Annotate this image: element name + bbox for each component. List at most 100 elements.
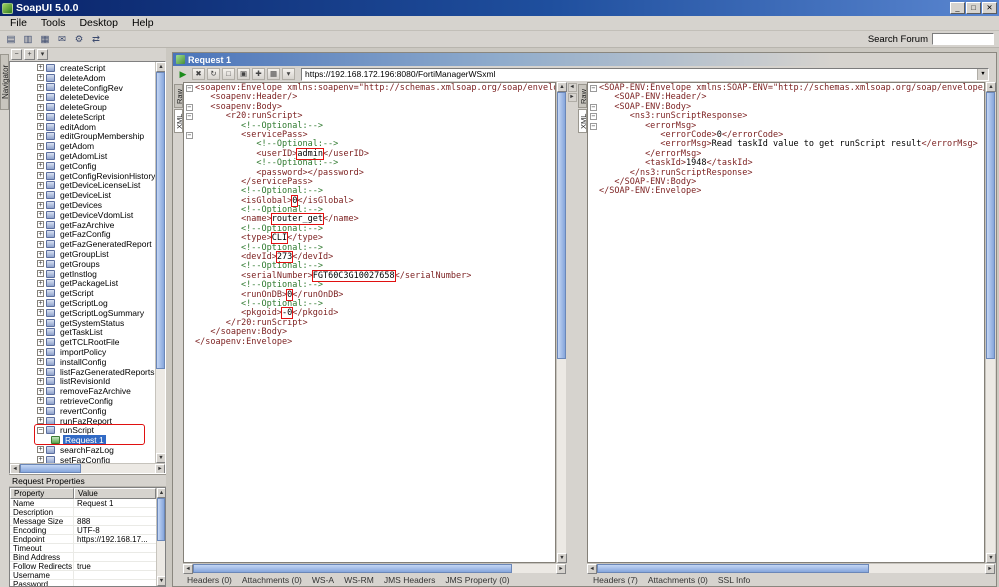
expander-icon[interactable]: + [37, 446, 44, 453]
tree-item-deletedevice[interactable]: +deleteDevice [10, 92, 155, 102]
scroll-right-icon[interactable]: ► [155, 464, 165, 474]
expander-icon[interactable]: + [37, 329, 44, 336]
expander-icon[interactable]: + [37, 300, 44, 307]
tree-item-deletegroup[interactable]: +deleteGroup [10, 102, 155, 112]
response-tab-headers-7[interactable]: Headers (7) [593, 575, 638, 585]
expander-icon[interactable]: + [37, 290, 44, 297]
scroll-thumb[interactable] [20, 464, 81, 473]
endpoint-url-input[interactable] [302, 69, 977, 80]
tree-item-getfazconfig[interactable]: +getFazConfig [10, 230, 155, 240]
close-button[interactable]: ✕ [982, 2, 997, 14]
expander-icon[interactable]: + [37, 153, 44, 160]
response-horizontal-scrollbar[interactable]: ◄ ► [587, 563, 995, 573]
expander-icon[interactable]: + [37, 221, 44, 228]
tree-item-searchfazlog[interactable]: +searchFazLog [10, 445, 155, 455]
expander-icon[interactable]: + [37, 94, 44, 101]
fold-collapse-icon[interactable]: − [590, 85, 597, 92]
expander-icon[interactable]: + [37, 260, 44, 267]
tree-item-getinstlog[interactable]: +getInstlog [10, 269, 155, 279]
tree-item-getadomlist[interactable]: +getAdomList [10, 151, 155, 161]
proxy-icon[interactable]: ⇄ [88, 32, 104, 47]
request-tab-jms-property-0[interactable]: JMS Property (0) [445, 575, 509, 585]
request-window-titlebar[interactable]: Request 1 [173, 53, 996, 66]
scroll-thumb[interactable] [557, 92, 566, 359]
tree-options-icon[interactable]: ▾ [37, 49, 48, 60]
tree-item-getconfigrevisionhistory[interactable]: +getConfigRevisionHistory [10, 171, 155, 181]
expander-icon[interactable]: + [37, 113, 44, 120]
response-xml-editor[interactable]: −<SOAP-ENV:Envelope xmlns:SOAP-ENV="http… [587, 82, 985, 563]
tree-item-listrevisionid[interactable]: +listRevisionId [10, 377, 155, 387]
add-to-testcase-icon[interactable]: ✚ [252, 68, 265, 80]
tree-item-setfazconfig[interactable]: +setFazConfig [10, 455, 155, 463]
expander-icon[interactable]: + [37, 192, 44, 199]
menu-desktop[interactable]: Desktop [72, 17, 125, 29]
request-tab-attachments-0[interactable]: Attachments (0) [242, 575, 302, 585]
new-project-icon[interactable]: ▤ [3, 32, 19, 47]
splitter-collapse-left-icon[interactable]: ◄ [568, 83, 577, 92]
scroll-up-icon[interactable]: ▲ [156, 62, 166, 72]
menu-file[interactable]: File [3, 17, 34, 29]
expander-icon[interactable]: + [37, 172, 44, 179]
request-tab-ws-a[interactable]: WS-A [312, 575, 334, 585]
tree-item-getfazarchive[interactable]: +getFazArchive [10, 220, 155, 230]
scroll-down-icon[interactable]: ▼ [156, 453, 166, 463]
minimize-button[interactable]: _ [950, 2, 965, 14]
fold-collapse-icon[interactable]: − [186, 85, 193, 92]
expander-icon[interactable]: + [37, 162, 44, 169]
dump-file-icon[interactable]: ▾ [282, 68, 295, 80]
expander-icon[interactable]: + [37, 368, 44, 375]
tree-item-getdevicelicenselist[interactable]: +getDeviceLicenseList [10, 181, 155, 191]
request-horizontal-scrollbar[interactable]: ◄ ► [183, 563, 566, 573]
fold-collapse-icon[interactable]: − [590, 104, 597, 111]
tree-item-request-1[interactable]: Request 1 [10, 435, 155, 445]
expander-icon[interactable]: + [37, 339, 44, 346]
expander-icon[interactable]: + [37, 104, 44, 111]
tree-item-revertconfig[interactable]: +revertConfig [10, 406, 155, 416]
request-tab-jms-headers[interactable]: JMS Headers [384, 575, 436, 585]
expander-icon[interactable]: + [37, 241, 44, 248]
tree-item-removefazarchive[interactable]: +removeFazArchive [10, 386, 155, 396]
tree-item-deletescript[interactable]: +deleteScript [10, 112, 155, 122]
tree-item-getpackagelist[interactable]: +getPackageList [10, 279, 155, 289]
tree-item-runfazreport[interactable]: +runFazReport [10, 416, 155, 426]
tree-item-importpolicy[interactable]: +importPolicy [10, 347, 155, 357]
request-tab-headers-0[interactable]: Headers (0) [187, 575, 232, 585]
expander-icon[interactable]: + [37, 319, 44, 326]
side-tab-raw[interactable]: Raw [174, 84, 183, 108]
collapse-all-icon[interactable]: − [11, 49, 22, 60]
tree-item-getscriptlog[interactable]: +getScriptLog [10, 298, 155, 308]
splitter-collapse-right-icon[interactable]: ► [568, 93, 577, 102]
expander-icon[interactable]: + [37, 182, 44, 189]
menu-help[interactable]: Help [125, 17, 161, 29]
tree-item-getdevices[interactable]: +getDevices [10, 200, 155, 210]
scroll-thumb[interactable] [986, 92, 995, 359]
navigator-tab[interactable]: Navigator [0, 54, 9, 110]
scroll-thumb[interactable] [157, 498, 165, 541]
expander-icon[interactable]: + [37, 123, 44, 130]
tree-item-getconfig[interactable]: +getConfig [10, 161, 155, 171]
side-tab-raw[interactable]: Raw [578, 84, 587, 108]
tree-item-deleteadom[interactable]: +deleteAdom [10, 73, 155, 83]
expander-icon[interactable]: + [37, 280, 44, 287]
expander-icon[interactable]: + [37, 84, 44, 91]
response-tab-ssl-info[interactable]: SSL Info [718, 575, 750, 585]
expander-icon[interactable]: + [37, 388, 44, 395]
fold-collapse-icon[interactable]: − [186, 104, 193, 111]
request-tab-ws-rm[interactable]: WS-RM [344, 575, 374, 585]
add-to-mockservice-icon[interactable]: ▦ [267, 68, 280, 80]
properties-column-property[interactable]: Property [10, 488, 74, 499]
property-row-password[interactable]: Password [10, 580, 156, 587]
tree-item-getgrouplist[interactable]: +getGroupList [10, 249, 155, 259]
tree-item-getscriptlogsummary[interactable]: +getScriptLogSummary [10, 308, 155, 318]
save-all-icon[interactable]: ▦ [37, 32, 53, 47]
tree-item-getscript[interactable]: +getScript [10, 288, 155, 298]
fold-collapse-icon[interactable]: − [590, 113, 597, 120]
expander-icon[interactable]: + [37, 64, 44, 71]
expander-icon[interactable]: − [37, 427, 44, 434]
side-tab-xml[interactable]: XML [174, 109, 183, 133]
tree-item-runscript[interactable]: −runScript [10, 425, 155, 435]
expander-icon[interactable]: + [37, 456, 44, 463]
expand-all-icon[interactable]: + [24, 49, 35, 60]
menu-tools[interactable]: Tools [34, 17, 73, 29]
tree-item-getadom[interactable]: +getAdom [10, 141, 155, 151]
